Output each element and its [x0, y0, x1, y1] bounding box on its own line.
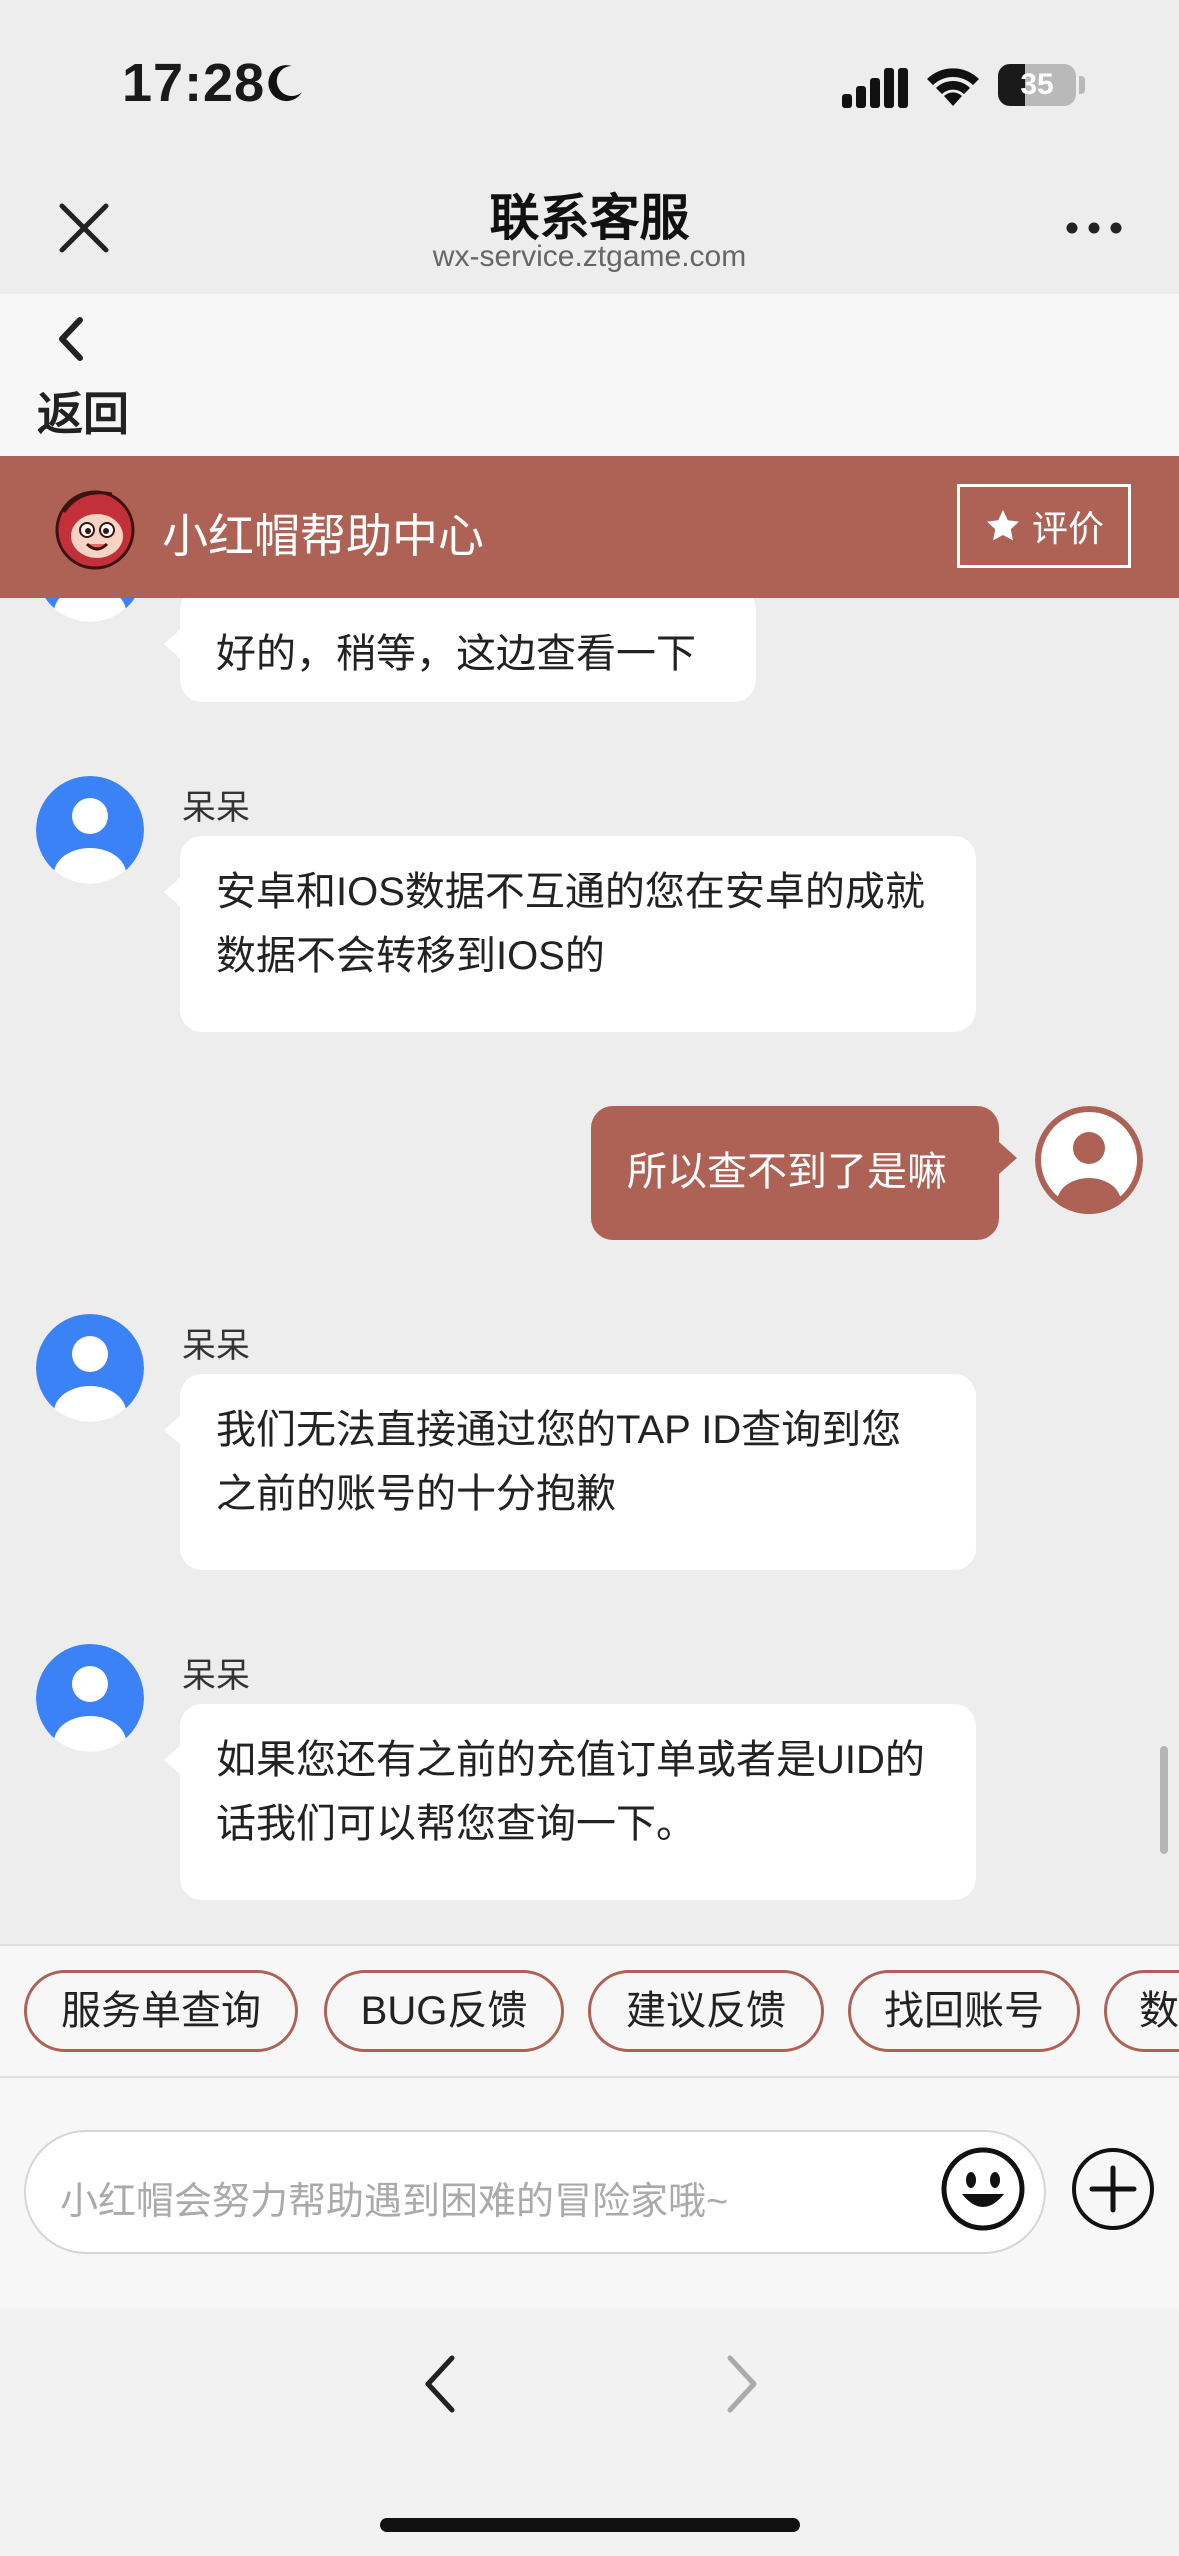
chip-recover-account[interactable]: 找回账号	[848, 1970, 1080, 2052]
browser-nav-bar	[0, 2308, 1179, 2556]
agent-avatar	[36, 598, 144, 622]
back-area[interactable]: 返回	[0, 294, 1179, 456]
agent-avatar	[36, 1314, 144, 1422]
rate-label: 评价	[1031, 508, 1104, 549]
browser-forward-icon[interactable]	[722, 2352, 762, 2416]
browser-back-icon[interactable]	[420, 2352, 460, 2416]
emoji-icon[interactable]	[940, 2146, 1026, 2232]
quick-reply-bar: 服务单查询 BUG反馈 建议反馈 找回账号 数	[0, 1944, 1179, 2078]
input-placeholder: 小红帽会努力帮助遇到困难的冒险家哦~	[60, 2181, 729, 2223]
help-center-header: 小红帽帮助中心 评价	[0, 456, 1179, 598]
plus-icon[interactable]	[1070, 2146, 1156, 2232]
page-url: wx-service.ztgame.com	[432, 240, 747, 273]
message-text: 安卓和IOS数据不互通的您在安卓的成就数据不会转移到IOS的	[216, 870, 925, 978]
chevron-left-icon[interactable]	[56, 316, 86, 362]
chip-suggestion[interactable]: 建议反馈	[588, 1970, 824, 2052]
scrollbar-thumb[interactable]	[1160, 1746, 1168, 1854]
battery-tip	[1079, 76, 1085, 94]
cellular-signal-icon	[842, 68, 908, 108]
status-time: 17:28	[122, 53, 266, 113]
chip-data[interactable]: 数	[1104, 1970, 1179, 2052]
battery-level: 35	[1020, 68, 1054, 101]
chat-bubble: 如果您还有之前的充值订单或者是UID的话我们可以帮您查询一下。	[164, 1704, 976, 1900]
home-indicator[interactable]	[380, 2518, 800, 2532]
back-button[interactable]: 返回	[37, 378, 129, 444]
nav-header: 联系客服 wx-service.ztgame.com	[0, 160, 1179, 294]
message-text: 我们无法直接通过您的TAP ID查询到您之前的账号的十分抱歉	[216, 1408, 902, 1516]
more-icon[interactable]	[1064, 218, 1124, 238]
chat-bubble: 安卓和IOS数据不互通的您在安卓的成就数据不会转移到IOS的	[164, 836, 976, 1032]
help-center-title: 小红帽帮助中心	[162, 510, 484, 562]
status-bar: 17:28 35	[0, 0, 1179, 160]
chip-bug-report[interactable]: BUG反馈	[324, 1970, 564, 2052]
star-icon	[986, 510, 1019, 541]
rate-button[interactable]: 评价	[957, 484, 1131, 568]
sender-name: 呆呆	[182, 1327, 250, 1365]
message-text: 所以查不到了是嘛	[627, 1150, 947, 1194]
sender-name: 呆呆	[182, 789, 250, 827]
chat-bubble-user: 所以查不到了是嘛	[591, 1106, 1017, 1240]
battery-indicator: 35	[998, 64, 1076, 106]
message-input[interactable]: 小红帽会努力帮助遇到困难的冒险家哦~	[24, 2130, 1046, 2254]
user-avatar	[1035, 1106, 1143, 1214]
message-text: 如果您还有之前的充值订单或者是UID的话我们可以帮您查询一下。	[216, 1738, 925, 1846]
moon-icon	[268, 65, 302, 102]
message-text: 好的，稍等，这边查看一下	[216, 632, 696, 676]
mascot-logo	[55, 490, 135, 570]
agent-avatar	[36, 776, 144, 884]
chat-bubble: 我们无法直接通过您的TAP ID查询到您之前的账号的十分抱歉	[164, 1374, 976, 1570]
chip-service-order[interactable]: 服务单查询	[24, 1970, 298, 2052]
chat-bubble: 好的，稍等，这边查看一下	[164, 598, 756, 702]
wifi-icon	[927, 68, 979, 106]
agent-avatar	[36, 1644, 144, 1752]
chat-message-list[interactable]: 好的，稍等，这边查看一下 呆呆 安卓和IOS数据不互通的您在安卓的成就数据不会转…	[0, 598, 1179, 1944]
sender-name: 呆呆	[182, 1657, 250, 1695]
